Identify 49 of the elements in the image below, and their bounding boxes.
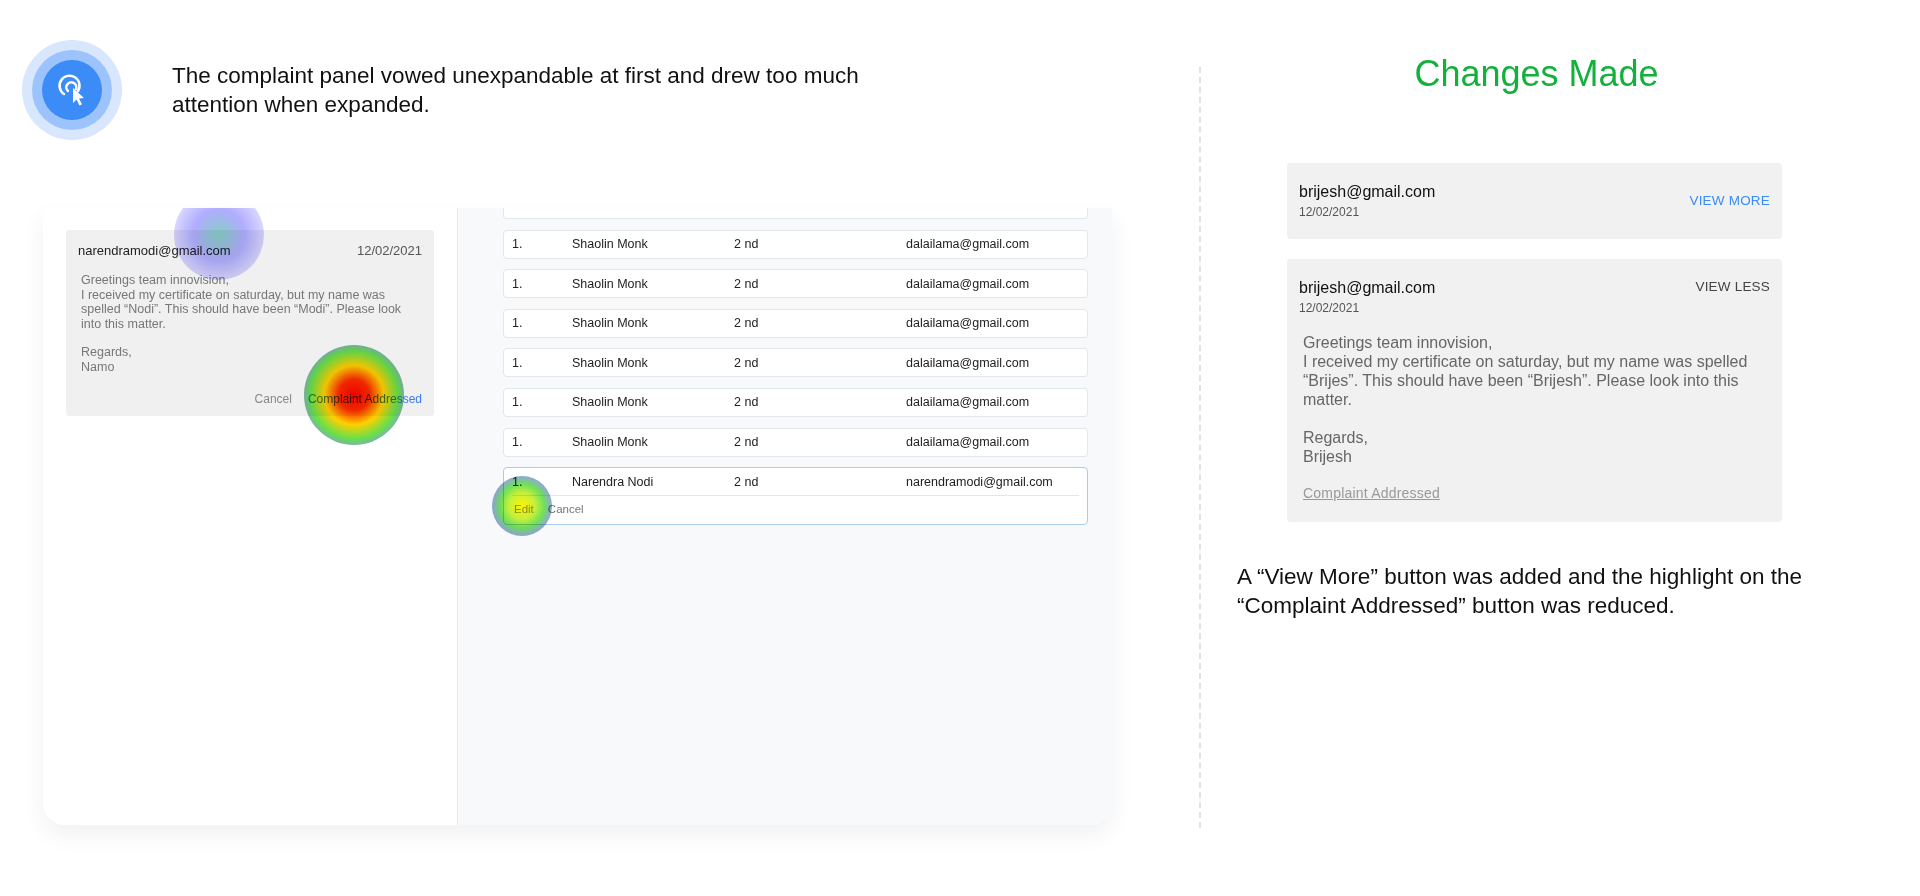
row-number: 1. [512,435,524,450]
complaint-signoff: Regards, Brijesh [1303,428,1369,466]
email-address: dalailama@gmail.com [906,316,1031,331]
student-name: Shaolin Monk [572,316,649,331]
insight-text: The complaint panel vowed unexpandable at first and drew too much attention when expanded. [172,62,860,119]
email-address: dalailama@gmail.com [906,237,1031,252]
table-row[interactable]: 1. Shaolin Monk 2 nd dalailama@gmail.com [503,308,1088,338]
row-number: 1. [512,395,524,410]
sender-email: narendramodi@gmail.com [78,243,231,258]
student-name: Narendra Nodi [572,474,655,489]
student-name: Shaolin Monk [572,237,649,252]
year-of-study: 2 nd [734,355,760,370]
student-name: Shaolin Monk [572,395,649,410]
year-of-study: 2 nd [734,316,760,331]
table-row[interactable]: 1. Shaolin Monk 2 nd dalailama@gmail.com [503,427,1088,457]
complaint-date: 12/02/2021 [1299,301,1361,315]
year-of-study: 2 nd [734,474,760,489]
email-address: narendramodi@gmail.com [906,474,1054,489]
year-of-study: 2 nd [734,237,760,252]
email-address: dalailama@gmail.com [906,355,1031,370]
complaint-date: 12/02/2021 [1299,205,1361,219]
student-name: Shaolin Monk [572,435,649,450]
year-of-study: 2 nd [734,276,760,291]
touch-pointer-icon [22,40,122,140]
table-row[interactable]: 1. Shaolin Monk 2 nd dalailama@gmail.com [503,348,1088,378]
table-row[interactable]: 1. Shaolin Monk 2 nd dalailama@gmail.com [503,387,1088,417]
student-name: Shaolin Monk [572,355,649,370]
row-number: 1. [512,276,524,291]
sender-email: brijesh@gmail.com [1299,183,1436,201]
row-number: 1. [512,355,524,370]
table-row[interactable]: 1. Shaolin Monk 2 nd dalailama@gmail.com [503,229,1088,259]
complaint-message: Greetings team innovision, I received my certificate on saturday, but my name was spelled “Nodi”. This should have been “Modi”. Please look into this matter. [81,273,403,331]
sender-email: brijesh@gmail.com [1299,279,1436,297]
row-number: 1. [512,237,524,252]
row-number: 1. [512,316,524,331]
row-number: 1. [512,474,524,489]
email-address: dalailama@gmail.com [906,276,1031,291]
view-less-button[interactable]: VIEW LESS [1695,279,1770,294]
complaint-signoff: Regards, Namo [81,345,133,374]
year-of-study: 2 nd [734,435,760,450]
year-of-study: 2 nd [734,395,760,410]
table-row[interactable]: 1. Shaolin Monk 2 nd dalailama@gmail.com [503,269,1088,299]
change-description: A “View More” button was added and the highlight on the “Complaint Addressed” button was reduced. [1237,563,1803,620]
complaint-date: 12/02/2021 [356,243,422,258]
complaint-message: Greetings team innovision, I received my certificate on saturday, but my name was spelled “Brijes”. This should have been “Brijesh”. Please look into this matter. [1303,333,1749,409]
student-name: Shaolin Monk [572,276,649,291]
email-address: dalailama@gmail.com [906,395,1031,410]
email-address: dalailama@gmail.com [906,435,1031,450]
section-title: Changes Made [1413,53,1660,95]
